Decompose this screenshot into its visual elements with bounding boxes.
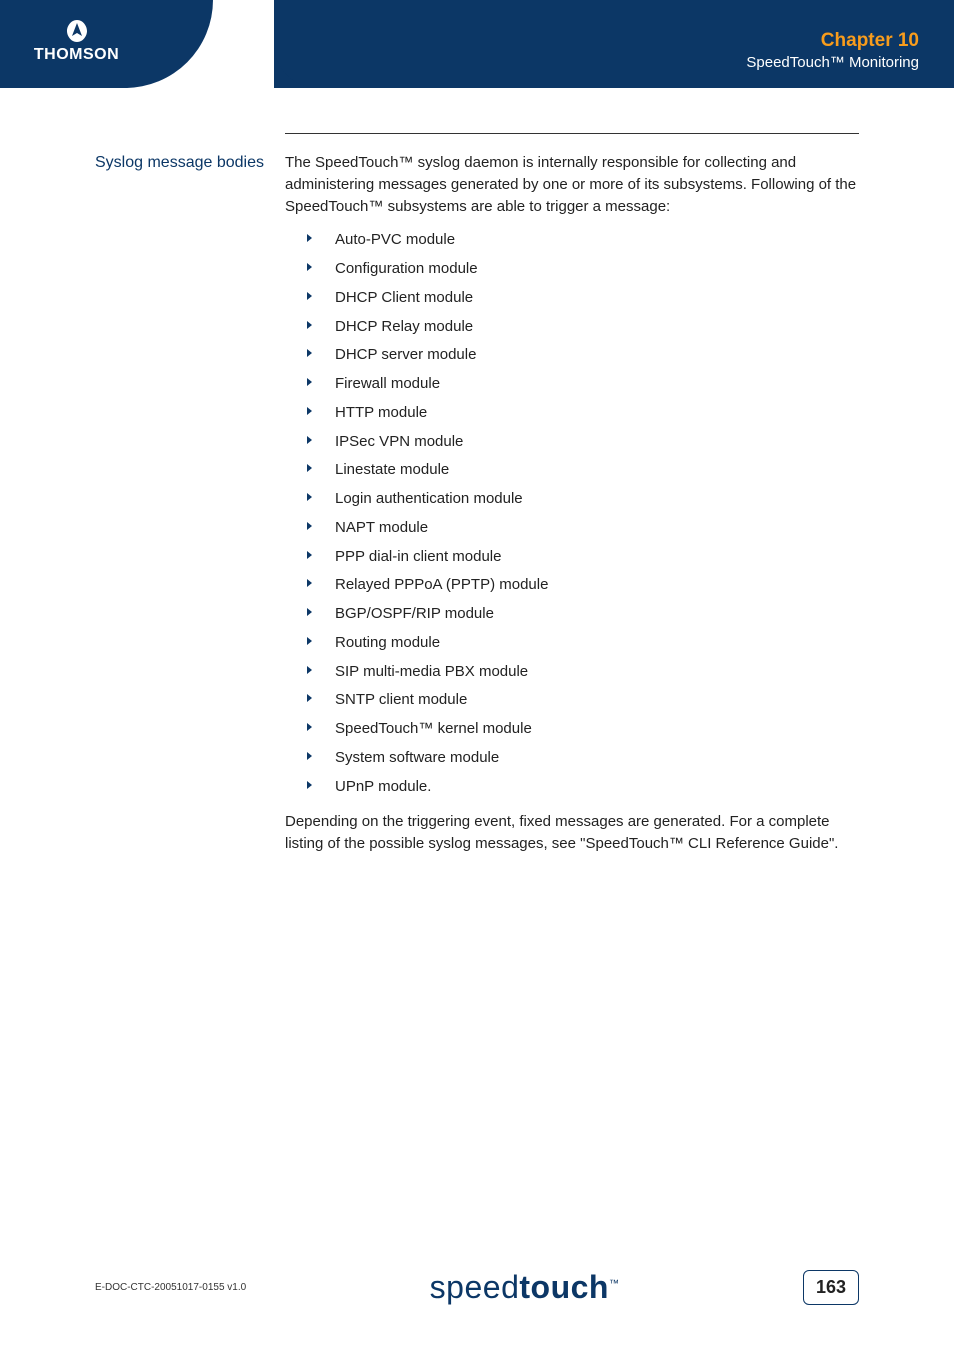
brand-light: speed xyxy=(430,1269,520,1305)
module-list-item: Auto-PVC module xyxy=(307,229,859,251)
page-footer: E-DOC-CTC-20051017-0155 v1.0 speedtouch™… xyxy=(0,1269,954,1306)
module-list-item: Firewall module xyxy=(307,373,859,395)
page-number: 163 xyxy=(803,1270,859,1305)
speedtouch-logo: speedtouch™ xyxy=(430,1269,620,1306)
section-row: Syslog message bodies The SpeedTouch™ sy… xyxy=(95,152,859,855)
module-list-item: DHCP Client module xyxy=(307,287,859,309)
module-list-item: DHCP Relay module xyxy=(307,316,859,338)
module-list-item: Login authentication module xyxy=(307,488,859,510)
chapter-title: Chapter 10 xyxy=(274,30,919,52)
chapter-header: Chapter 10 SpeedTouch™ Monitoring xyxy=(274,0,954,88)
thomson-logo-icon xyxy=(64,18,90,44)
module-list-item: System software module xyxy=(307,747,859,769)
module-list-item: SIP multi-media PBX module xyxy=(307,661,859,683)
brand-bold: touch xyxy=(519,1269,609,1305)
chapter-subtitle: SpeedTouch™ Monitoring xyxy=(274,54,919,71)
section-body: The SpeedTouch™ syslog daemon is interna… xyxy=(285,152,859,855)
module-list-item: DHCP server module xyxy=(307,344,859,366)
module-list-item: SpeedTouch™ kernel module xyxy=(307,718,859,740)
brand-name: THOMSON xyxy=(28,46,125,64)
module-list: Auto-PVC module Configuration module DHCP … xyxy=(285,229,859,797)
module-list-item: HTTP module xyxy=(307,402,859,424)
module-list-item: UPnP module. xyxy=(307,776,859,798)
header-bar: THOMSON Chapter 10 SpeedTouch™ Monitorin… xyxy=(0,0,954,88)
section-divider xyxy=(285,133,859,134)
module-list-item: PPP dial-in client module xyxy=(307,546,859,568)
module-list-item: Linestate module xyxy=(307,459,859,481)
module-list-item: SNTP client module xyxy=(307,689,859,711)
module-list-item: NAPT module xyxy=(307,517,859,539)
section-heading: Syslog message bodies xyxy=(95,152,285,172)
module-list-item: BGP/OSPF/RIP module xyxy=(307,603,859,625)
section-intro: The SpeedTouch™ syslog daemon is interna… xyxy=(285,152,859,217)
brand-tm: ™ xyxy=(609,1278,620,1289)
brand-logo-area: THOMSON xyxy=(0,0,125,88)
document-id: E-DOC-CTC-20051017-0155 v1.0 xyxy=(95,1282,246,1293)
section-outro: Depending on the triggering event, fixed… xyxy=(285,811,859,855)
module-list-item: Configuration module xyxy=(307,258,859,280)
page-content: Syslog message bodies The SpeedTouch™ sy… xyxy=(0,88,954,855)
module-list-item: IPSec VPN module xyxy=(307,431,859,453)
module-list-item: Relayed PPPoA (PPTP) module xyxy=(307,574,859,596)
module-list-item: Routing module xyxy=(307,632,859,654)
